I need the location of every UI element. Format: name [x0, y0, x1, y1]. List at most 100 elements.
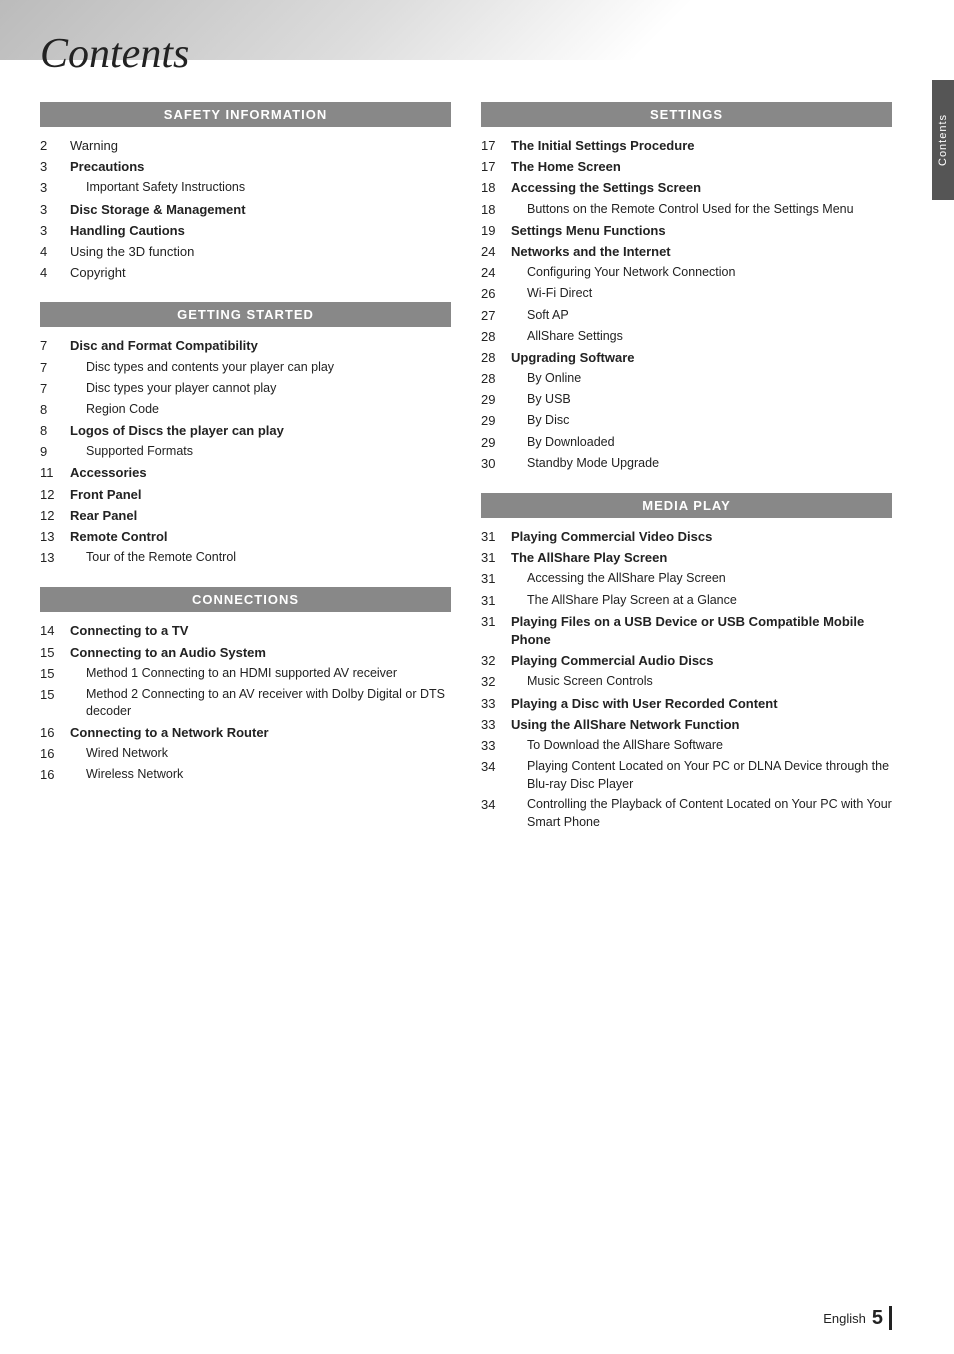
toc-title: By Online	[527, 370, 892, 388]
toc-entry: 31The AllShare Play Screen at a Glance	[481, 592, 892, 610]
toc-page-number: 32	[481, 652, 511, 670]
toc-title: By Downloaded	[527, 434, 892, 452]
toc-entry: 34Playing Content Located on Your PC or …	[481, 758, 892, 793]
toc-page-number: 34	[481, 796, 527, 814]
toc-title: Wi-Fi Direct	[527, 285, 892, 303]
toc-page-number: 3	[40, 158, 70, 176]
toc-entry: 7Disc types your player cannot play	[40, 380, 451, 398]
toc-page-number: 12	[40, 507, 70, 525]
section-header: MEDIA PLAY	[481, 493, 892, 518]
toc-title: The AllShare Play Screen	[511, 549, 892, 567]
toc-title: Supported Formats	[86, 443, 451, 461]
toc-page-number: 9	[40, 443, 86, 461]
toc-entry: 15Method 1 Connecting to an HDMI support…	[40, 665, 451, 683]
toc-page-number: 2	[40, 137, 70, 155]
toc-entry: 29By Downloaded	[481, 434, 892, 452]
toc-page-number: 31	[481, 549, 511, 567]
toc-entry: 2Warning	[40, 137, 451, 155]
toc-page-number: 18	[481, 179, 511, 197]
toc-title: By Disc	[527, 412, 892, 430]
toc-entry: 8Logos of Discs the player can play	[40, 422, 451, 440]
toc-entry: 12Front Panel	[40, 486, 451, 504]
toc-entry: 24Configuring Your Network Connection	[481, 264, 892, 282]
toc-page-number: 33	[481, 716, 511, 734]
toc-title: Wireless Network	[86, 766, 451, 784]
toc-title: Music Screen Controls	[527, 673, 892, 691]
toc-section: SAFETY INFORMATION2Warning3Precautions3I…	[40, 102, 451, 282]
toc-page-number: 24	[481, 243, 511, 261]
section-header: SETTINGS	[481, 102, 892, 127]
left-column: SAFETY INFORMATION2Warning3Precautions3I…	[40, 102, 451, 851]
toc-title: Playing Content Located on Your PC or DL…	[527, 758, 892, 793]
toc-title: Soft AP	[527, 307, 892, 325]
toc-entry: 28AllShare Settings	[481, 328, 892, 346]
footer-language: English	[823, 1311, 866, 1326]
toc-title: Remote Control	[70, 528, 451, 546]
toc-entry: 18Accessing the Settings Screen	[481, 179, 892, 197]
toc-title: Using the AllShare Network Function	[511, 716, 892, 734]
section-header: CONNECTIONS	[40, 587, 451, 612]
toc-title: Upgrading Software	[511, 349, 892, 367]
toc-page-number: 17	[481, 158, 511, 176]
toc-page-number: 8	[40, 401, 86, 419]
toc-page-number: 18	[481, 201, 527, 219]
toc-page-number: 30	[481, 455, 527, 473]
toc-title: To Download the AllShare Software	[527, 737, 892, 755]
toc-title: By USB	[527, 391, 892, 409]
footer-page-number: 5	[872, 1307, 883, 1330]
toc-page-number: 26	[481, 285, 527, 303]
toc-entry: 12Rear Panel	[40, 507, 451, 525]
toc-title: Logos of Discs the player can play	[70, 422, 451, 440]
toc-page-number: 29	[481, 391, 527, 409]
toc-page-number: 12	[40, 486, 70, 504]
toc-page-number: 4	[40, 243, 70, 261]
toc-page-number: 13	[40, 528, 70, 546]
toc-page-number: 16	[40, 745, 86, 763]
toc-title: Buttons on the Remote Control Used for t…	[527, 201, 892, 219]
toc-entry: 3Important Safety Instructions	[40, 179, 451, 197]
toc-title: Standby Mode Upgrade	[527, 455, 892, 473]
toc-page-number: 31	[481, 592, 527, 610]
toc-title: Front Panel	[70, 486, 451, 504]
toc-entry: 28Upgrading Software	[481, 349, 892, 367]
toc-page-number: 33	[481, 695, 511, 713]
toc-title: Controlling the Playback of Content Loca…	[527, 796, 892, 831]
toc-title: Region Code	[86, 401, 451, 419]
toc-entry: 7Disc types and contents your player can…	[40, 359, 451, 377]
toc-page-number: 34	[481, 758, 527, 776]
toc-page-number: 7	[40, 359, 86, 377]
toc-title: Using the 3D function	[70, 243, 451, 261]
side-tab: Contents	[932, 80, 954, 200]
toc-entry: 24Networks and the Internet	[481, 243, 892, 261]
toc-entry: 4Copyright	[40, 264, 451, 282]
toc-entry: 31Accessing the AllShare Play Screen	[481, 570, 892, 588]
toc-page-number: 16	[40, 724, 70, 742]
toc-page-number: 24	[481, 264, 527, 282]
toc-page-number: 29	[481, 412, 527, 430]
toc-entry: 31Playing Commercial Video Discs	[481, 528, 892, 546]
toc-entry: 3Disc Storage & Management	[40, 201, 451, 219]
toc-title: Method 1 Connecting to an HDMI supported…	[86, 665, 451, 683]
toc-title: Accessories	[70, 464, 451, 482]
toc-page-number: 28	[481, 349, 511, 367]
toc-title: The AllShare Play Screen at a Glance	[527, 592, 892, 610]
toc-page-number: 28	[481, 328, 527, 346]
toc-entry: 28By Online	[481, 370, 892, 388]
toc-entry: 13Remote Control	[40, 528, 451, 546]
toc-title: Handling Cautions	[70, 222, 451, 240]
toc-entry: 29By Disc	[481, 412, 892, 430]
toc-page-number: 16	[40, 766, 86, 784]
toc-page-number: 33	[481, 737, 527, 755]
toc-entry: 33Playing a Disc with User Recorded Cont…	[481, 695, 892, 713]
toc-title: Copyright	[70, 264, 451, 282]
toc-title: Connecting to a Network Router	[70, 724, 451, 742]
toc-title: Method 2 Connecting to an AV receiver wi…	[86, 686, 451, 721]
toc-entry: 32Playing Commercial Audio Discs	[481, 652, 892, 670]
toc-title: Settings Menu Functions	[511, 222, 892, 240]
toc-title: Disc types your player cannot play	[86, 380, 451, 398]
toc-entry: 26Wi-Fi Direct	[481, 285, 892, 303]
toc-title: Disc and Format Compatibility	[70, 337, 451, 355]
section-header: SAFETY INFORMATION	[40, 102, 451, 127]
toc-page-number: 4	[40, 264, 70, 282]
section-header: GETTING STARTED	[40, 302, 451, 327]
